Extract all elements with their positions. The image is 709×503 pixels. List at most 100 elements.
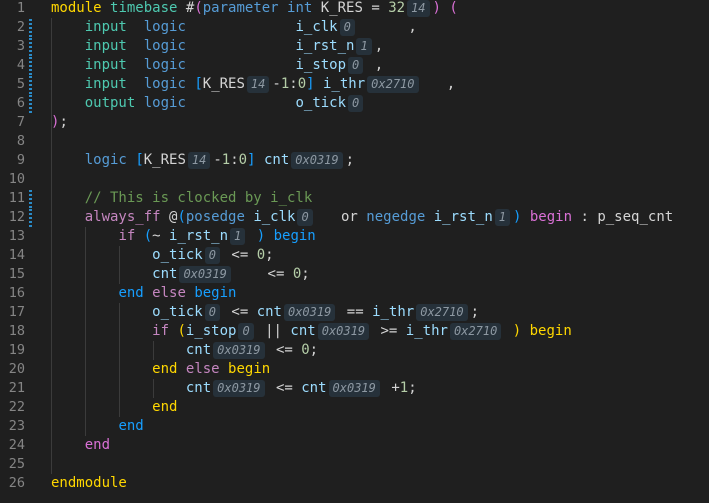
keyword: posedge — [185, 208, 245, 225]
code-line[interactable]: o_tick 0 <= 0; — [51, 246, 274, 265]
code-text: <= — [233, 265, 293, 282]
code-line[interactable]: if (i_stop 0 || cnt 0x0319 >= i_thr 0x2710 … — [51, 322, 572, 341]
code-line[interactable]: ); — [51, 113, 68, 132]
code-line[interactable]: end — [51, 398, 177, 417]
number: 1 — [221, 151, 231, 168]
inlay-hint: 0 — [204, 246, 220, 264]
number: 0 — [301, 341, 310, 358]
line-number: 11 — [8, 189, 25, 206]
line-number: 21 — [8, 379, 25, 396]
number: 32 — [388, 0, 406, 16]
code-line[interactable]: input logic i_stop 0 , — [51, 56, 383, 75]
code-text: ; — [265, 246, 274, 263]
code-text: ; — [470, 303, 480, 320]
inlay-hint: 14 — [187, 151, 211, 169]
code-line[interactable]: input logic i_clk 0 , — [51, 18, 417, 37]
identifier: i_thr — [372, 303, 415, 320]
git-modified-marker[interactable] — [29, 18, 32, 37]
inlay-hint: 0x0319 — [213, 379, 265, 397]
identifier: i_clk — [253, 208, 296, 225]
number: 1 — [280, 75, 290, 92]
bracket: end — [118, 284, 144, 301]
git-modified-marker[interactable] — [29, 56, 32, 75]
keyword: logic — [143, 94, 186, 111]
line-number: 25 — [8, 455, 25, 472]
git-modified-marker[interactable] — [29, 189, 32, 208]
git-modified-marker[interactable] — [29, 75, 32, 94]
code-text: - — [213, 151, 222, 168]
code-line[interactable]: cnt 0x0319 <= 0; — [51, 341, 318, 360]
inlay-hint: 0 — [348, 56, 364, 74]
code-line[interactable]: cnt 0x0319 <= 0; — [51, 265, 310, 284]
bracket: ( — [143, 227, 153, 244]
code-text: K_RES = — [312, 0, 389, 16]
line-number: 23 — [8, 417, 25, 434]
bracket: ) — [512, 322, 522, 339]
bracket: ) — [432, 0, 441, 16]
line-number: 18 — [8, 322, 25, 339]
code-text: <= — [267, 379, 302, 396]
line-number: 9 — [16, 151, 25, 168]
code-line[interactable]: end else begin — [51, 360, 270, 379]
code-line[interactable]: end — [51, 417, 143, 436]
code-text: ; — [301, 265, 310, 282]
line-number: 7 — [16, 113, 25, 130]
code-line[interactable]: if (~ i_rst_n 1 ) begin — [51, 227, 316, 246]
keyword: int — [287, 0, 313, 16]
identifier: cnt — [185, 379, 212, 396]
keyword: parameter — [202, 0, 279, 16]
bracket: begin — [529, 322, 572, 339]
control-keyword: always_ff — [84, 208, 161, 225]
identifier: cnt — [290, 322, 316, 339]
code-line[interactable]: cnt 0x0319 <= cnt 0x0319 +1; — [51, 379, 417, 398]
git-modified-marker[interactable] — [29, 208, 32, 227]
bracket: ) — [256, 227, 266, 244]
line-number: 5 — [16, 75, 25, 92]
code-line[interactable]: // This is clocked by i_clk — [51, 189, 313, 208]
bracket: ( — [194, 0, 203, 16]
code-text: , — [366, 56, 384, 73]
code-text: ; — [59, 113, 68, 130]
identifier: i_rst_n — [433, 208, 493, 225]
code-line[interactable]: module timebase #(parameter int K_RES = … — [51, 0, 458, 18]
inlay-hint: 1 — [494, 208, 510, 226]
code-text: == — [338, 303, 373, 320]
line-number: 19 — [8, 341, 25, 358]
code-line[interactable]: logic [K_RES 14 -1:0] cnt 0x0319; — [51, 151, 354, 170]
identifier: cnt — [263, 151, 290, 168]
line-number: 8 — [16, 132, 25, 149]
code-line[interactable]: input logic i_rst_n 1, — [51, 37, 383, 56]
line-number: 22 — [8, 398, 25, 415]
git-modified-marker[interactable] — [29, 37, 32, 56]
code-line[interactable]: o_tick 0 <= cnt 0x0319 == i_thr 0x2710; — [51, 303, 479, 322]
code-line[interactable]: endmodule — [51, 474, 127, 493]
code-line[interactable]: end — [51, 436, 110, 455]
code-line[interactable]: end else begin — [51, 284, 236, 303]
bracket: ] — [306, 75, 315, 92]
identifier: cnt — [301, 379, 327, 396]
type: output — [84, 94, 136, 111]
line-number: 1 — [16, 0, 25, 16]
inlay-hint: 1 — [230, 227, 246, 245]
line-number: 4 — [16, 56, 25, 73]
git-modified-marker[interactable] — [29, 94, 32, 113]
code-text: + — [382, 379, 400, 396]
code-line[interactable]: input logic [K_RES 14 -1:0] i_thr 0x2710 , — [51, 75, 455, 94]
inlay-hint: 0 — [238, 322, 254, 340]
inlay-hint: 0x2710 — [367, 75, 419, 93]
code-text: or — [315, 208, 367, 225]
code-line[interactable]: always_ff @(posedge i_clk 0 or negedge i_… — [51, 208, 673, 227]
code-line[interactable]: output logic o_tick 0 — [51, 94, 366, 113]
